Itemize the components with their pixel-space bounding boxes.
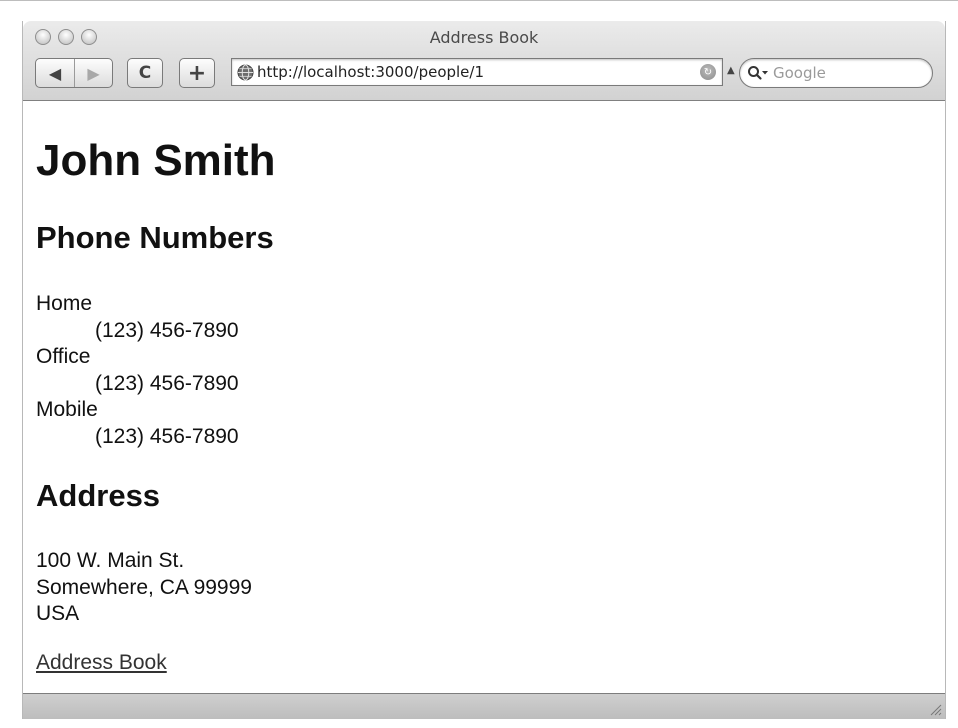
back-arrow-icon: ◀: [48, 63, 62, 83]
phone-label-mobile: Mobile: [36, 398, 98, 421]
phone-number-mobile: (123) 456-7890: [95, 424, 239, 448]
search-icon[interactable]: [747, 65, 769, 81]
window-title: Address Book: [429, 28, 539, 47]
snapback-icon[interactable]: ↻: [700, 64, 716, 80]
browser-window: Address Book ◀ ▶ C + http://localhost:30…: [22, 21, 946, 719]
address-bar[interactable]: http://localhost:3000/people/1 ↻: [231, 58, 723, 86]
browser-toolbar: Address Book ◀ ▶ C + http://localhost:30…: [23, 21, 945, 101]
address-street: 100 W. Main St.: [36, 549, 185, 572]
search-field[interactable]: Google: [739, 58, 933, 88]
reload-icon: C: [138, 63, 152, 83]
address-heading: Address: [36, 478, 161, 513]
globe-icon: [236, 63, 254, 81]
phone-number-office: (123) 456-7890: [95, 371, 239, 395]
phone-label-home: Home: [36, 292, 93, 315]
phone-numbers-heading: Phone Numbers: [36, 220, 274, 255]
address-city-line: Somewhere, CA 99999: [36, 575, 252, 599]
forward-arrow-icon: ▶: [87, 63, 100, 83]
add-bookmark-icon: +: [187, 60, 207, 86]
phone-number-home: (123) 456-7890: [95, 318, 239, 342]
resize-grip-icon[interactable]: [928, 702, 942, 716]
page-title: John Smith: [36, 136, 276, 185]
address-block: 100 W. Main St. Somewhere, CA 99999 USA: [36, 548, 252, 628]
address-book-link[interactable]: Address Book: [36, 650, 167, 676]
add-bookmark-button[interactable]: +: [179, 58, 215, 88]
back-forward-group: ◀ ▶: [35, 58, 113, 88]
back-button[interactable]: ◀: [36, 59, 74, 87]
address-country: USA: [36, 602, 80, 625]
phone-list: Home (123) 456-7890 Office (123) 456-789…: [36, 291, 239, 450]
status-bar: [23, 693, 945, 719]
screenshot-frame: Address Book ◀ ▶ C + http://localhost:30…: [0, 0, 958, 728]
phone-label-office: Office: [36, 345, 91, 368]
caret-up-icon[interactable]: ▲: [727, 65, 735, 76]
search-placeholder: Google: [773, 64, 826, 82]
forward-button[interactable]: ▶: [74, 59, 112, 87]
url-input[interactable]: http://localhost:3000/people/1: [257, 63, 700, 81]
reload-button[interactable]: C: [127, 58, 163, 88]
page-content: John Smith Phone Numbers Home (123) 456-…: [36, 102, 945, 693]
